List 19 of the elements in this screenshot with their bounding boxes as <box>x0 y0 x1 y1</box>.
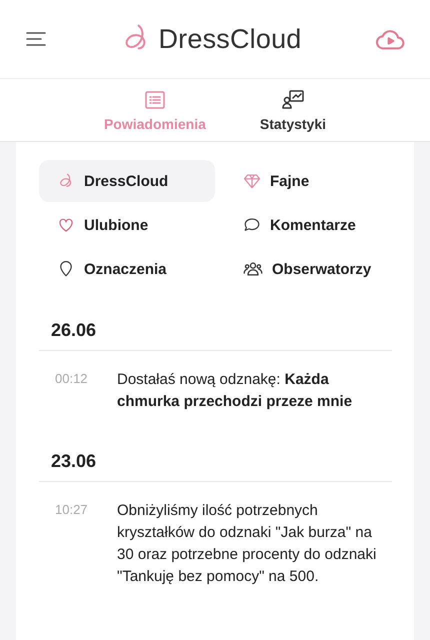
notification-time: 10:27 <box>55 501 89 519</box>
heart-icon <box>57 216 75 234</box>
date-heading: 26.06 <box>39 320 392 351</box>
filter-item[interactable]: Ulubione <box>39 204 215 246</box>
filter-item[interactable]: Oznaczenia <box>39 248 215 290</box>
tab[interactable]: Statystyki <box>256 79 330 141</box>
logo-text: DressCloud <box>158 24 302 54</box>
filter-item[interactable]: Fajne <box>225 160 392 202</box>
location-pin-icon <box>57 260 75 278</box>
presentation-chart-icon <box>280 88 305 112</box>
date-heading: 23.06 <box>39 451 392 482</box>
filter-item[interactable]: Komentarze <box>225 204 392 246</box>
diamond-icon <box>243 172 261 190</box>
comment-icon <box>243 216 261 234</box>
notification-text: Obniżyliśmy ilość potrzebnych kryształków do odznaki "Jak burza" na 30 oraz potrzebne procenty do odznaki "Tankuję bez pomocy" na 500. <box>117 501 378 587</box>
notification-text: Dostałaś nową odznakę: Każda chmurka przechodzi przeze mnie <box>117 370 354 412</box>
notification-time: 00:12 <box>55 370 89 388</box>
filter-item[interactable]: DressCloud <box>39 160 215 202</box>
filter-item[interactable]: Obserwatorzy <box>225 248 392 290</box>
